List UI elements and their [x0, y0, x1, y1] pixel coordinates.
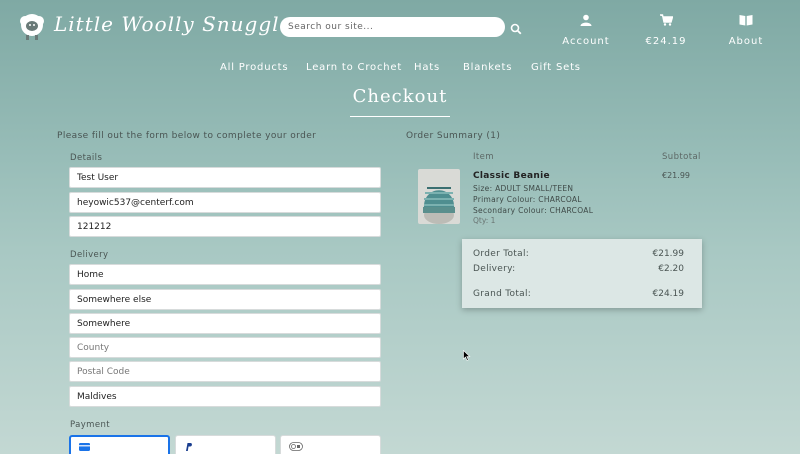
street-address-2-field[interactable]	[69, 289, 381, 310]
page-title: Checkout	[352, 86, 448, 107]
item-primary-colour: Primary Colour: CHARCOAL	[473, 195, 582, 204]
search-icon[interactable]	[510, 20, 522, 35]
shopping-cart-icon	[659, 14, 673, 26]
google-pay-icon	[289, 442, 303, 451]
grand-total-value: €24.19	[652, 289, 685, 299]
brand-name[interactable]: Little Woolly Snuggles	[54, 12, 304, 36]
nav-blankets[interactable]: Blankets	[463, 62, 512, 73]
search-input[interactable]	[280, 17, 505, 37]
delivery-cost-value: €2.20	[658, 264, 684, 274]
nav-all-products[interactable]: All Products	[220, 62, 288, 73]
country-field[interactable]	[69, 386, 381, 407]
main-nav: All Products Learn to Crochet Hats Blank…	[0, 62, 800, 76]
nav-learn-to-crochet[interactable]: Learn to Crochet	[306, 62, 402, 73]
order-total-value: €21.99	[652, 249, 685, 259]
paypal-icon	[186, 443, 192, 451]
credit-card-icon	[79, 443, 90, 451]
site-header: Little Woolly Snuggles Account €24.19 Ab…	[0, 0, 800, 60]
item-subtotal: €21.99	[662, 171, 690, 180]
user-icon	[580, 14, 592, 26]
about-label: About	[728, 36, 764, 47]
bag-total: €24.19	[645, 36, 687, 47]
title-divider	[350, 116, 450, 117]
details-label: Details	[70, 153, 103, 163]
order-totals-card: Order Total: €21.99 Delivery: €2.20 Gran…	[462, 239, 702, 308]
item-quantity: Qty: 1	[473, 216, 496, 225]
payment-label: Payment	[70, 420, 111, 430]
order-total-label: Order Total:	[473, 249, 530, 259]
full-name-field[interactable]	[69, 167, 381, 188]
delivery-cost-label: Delivery:	[473, 264, 516, 274]
phone-field[interactable]	[69, 216, 381, 237]
google-pay-option[interactable]	[280, 435, 381, 454]
paypal-payment-option[interactable]	[175, 435, 276, 454]
order-summary-heading: Order Summary (1)	[406, 131, 501, 141]
town-field[interactable]	[69, 313, 381, 334]
delivery-label: Delivery	[70, 250, 109, 260]
item-size: Size: ADULT SMALL/TEEN	[473, 184, 574, 193]
nav-hats[interactable]: Hats	[414, 62, 440, 73]
classic-beanie-image[interactable]	[418, 169, 460, 224]
shopping-bag-link[interactable]: €24.19	[631, 14, 701, 48]
about-link[interactable]: About	[711, 14, 781, 48]
item-secondary-colour: Secondary Colour: CHARCOAL	[473, 206, 594, 215]
item-column-header: Item	[473, 152, 494, 162]
card-payment-option[interactable]	[69, 435, 170, 454]
street-address-1-field[interactable]	[69, 264, 381, 285]
subtotal-column-header: Subtotal	[662, 152, 701, 162]
postcode-field[interactable]	[69, 361, 381, 382]
book-icon	[739, 15, 753, 26]
form-intro: Please fill out the form below to comple…	[57, 131, 317, 141]
nav-gift-sets[interactable]: Gift Sets	[531, 62, 581, 73]
mouse-pointer-icon	[463, 346, 471, 365]
email-field[interactable]	[69, 192, 381, 213]
account-link[interactable]: Account	[551, 14, 621, 48]
item-name: Classic Beanie	[473, 171, 550, 181]
account-label: Account	[562, 36, 610, 47]
county-field[interactable]	[69, 337, 381, 358]
grand-total-label: Grand Total:	[473, 289, 532, 299]
sheep-logo-icon[interactable]	[18, 12, 46, 42]
